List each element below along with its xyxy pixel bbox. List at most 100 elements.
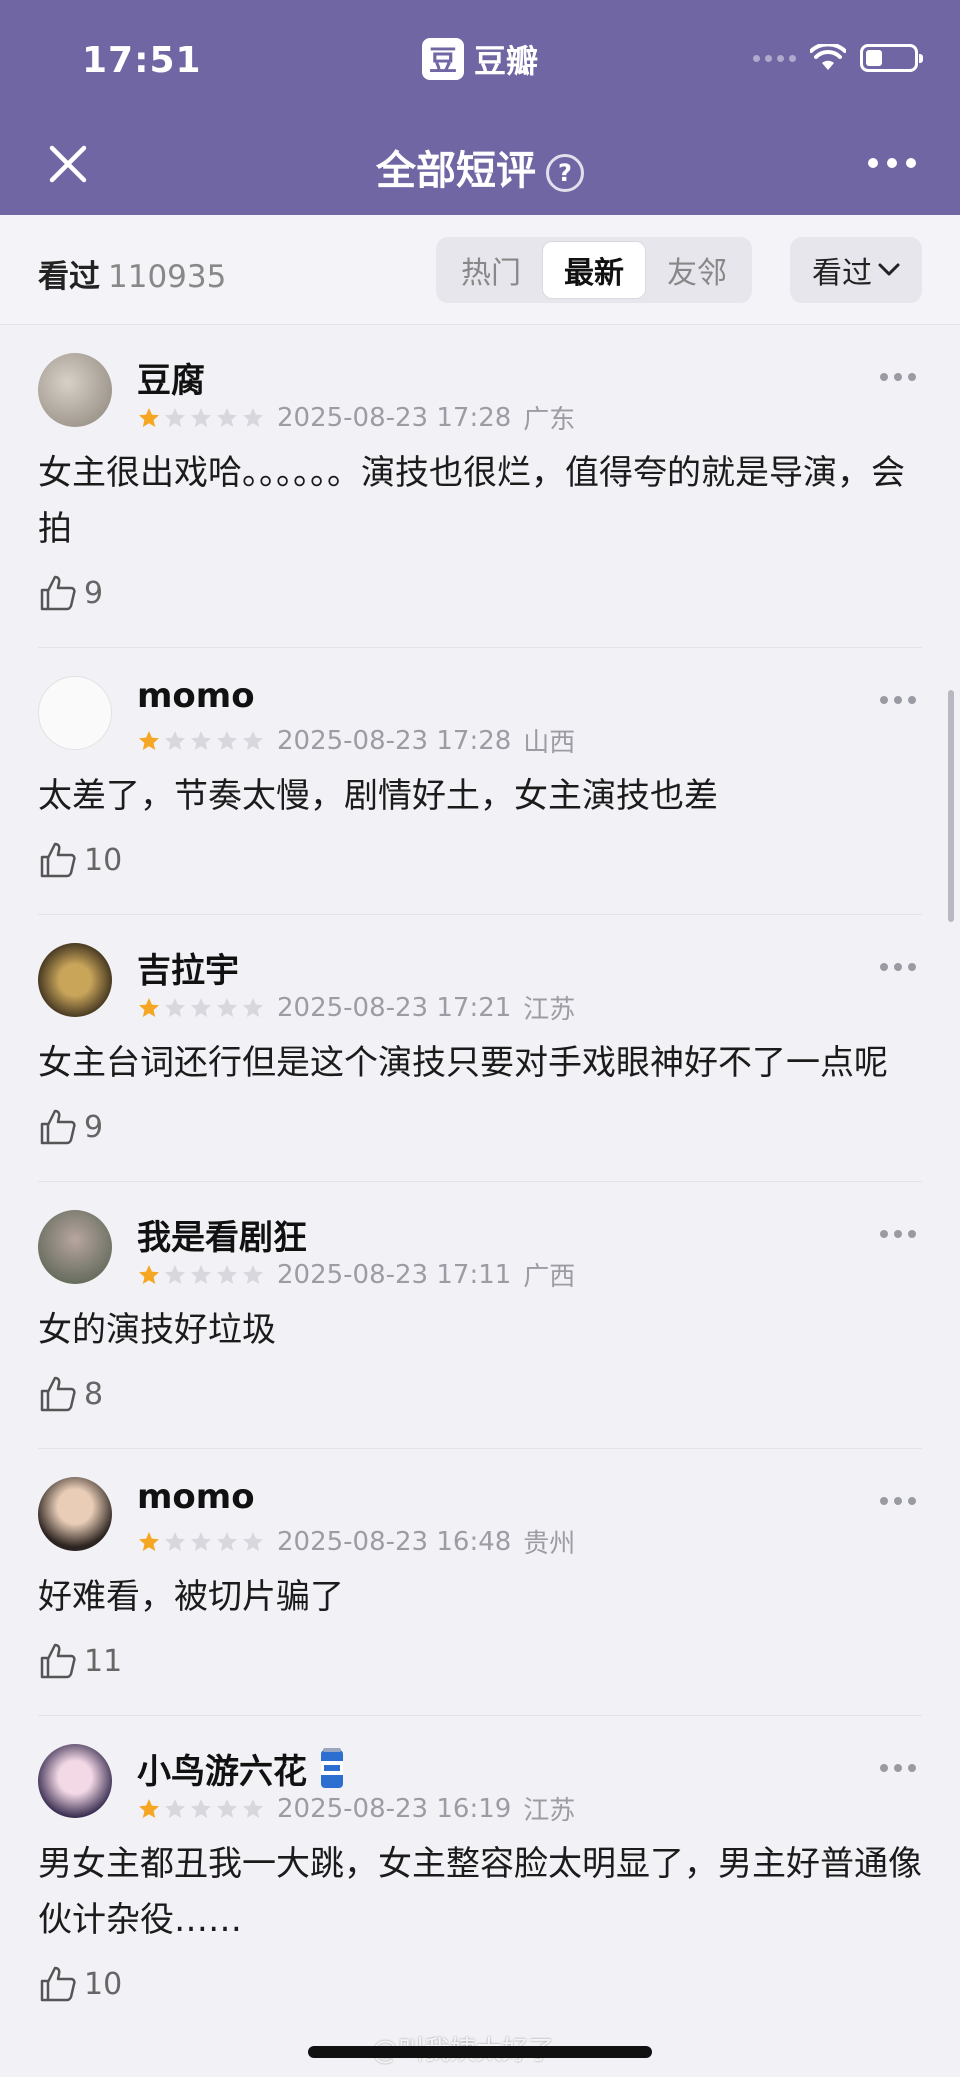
review-header: 吉拉宇 2025-08-23 17:21 江苏 <box>38 943 922 1025</box>
star-empty-icon <box>243 997 263 1017</box>
like-count: 10 <box>84 1966 123 2002</box>
review-location: 广西 <box>523 1262 576 1292</box>
tab-hot[interactable]: 热门 <box>440 241 542 299</box>
watched-label: 看过 <box>38 259 100 295</box>
star-empty-icon <box>191 1798 211 1818</box>
review-header: 我是看剧狂 2025-08-23 17:11 广西 <box>38 1210 922 1292</box>
sort-tabs: 热门 最新 友邻 <box>436 237 752 303</box>
review-date: 2025-08-23 16:48 <box>277 1526 512 1557</box>
page-title-text: 全部短评 <box>376 148 536 194</box>
review-text: 女主很出戏哈。。。。。。演技也很烂，值得夸的就是导演，会拍 <box>38 453 905 549</box>
avatar[interactable] <box>38 353 112 427</box>
help-icon[interactable]: ? <box>546 154 584 192</box>
review-item: momo 2025-08-23 16:48 贵州 好难看，被切片骗了 11 <box>0 1449 960 1716</box>
rating-stars <box>137 1263 265 1287</box>
star-filled-icon <box>139 730 159 750</box>
battery-icon <box>860 44 923 72</box>
username[interactable]: 吉拉宇 <box>137 943 239 992</box>
tab-latest[interactable]: 最新 <box>542 241 646 299</box>
thumbs-up-icon <box>40 1643 76 1679</box>
thumbs-up-icon <box>40 1109 76 1145</box>
more-icon[interactable] <box>880 963 916 971</box>
star-empty-icon <box>191 1531 211 1551</box>
username[interactable]: momo <box>137 676 255 716</box>
app-brand: 豆 豆瓣 <box>422 36 538 82</box>
star-empty-icon <box>243 1798 263 1818</box>
star-empty-icon <box>243 1531 263 1551</box>
filter-bar: 看过 110935 热门 最新 友邻 看过 <box>0 215 960 325</box>
more-icon[interactable] <box>880 1497 916 1505</box>
rating-stars <box>137 996 265 1020</box>
review-meta: 2025-08-23 16:48 贵州 <box>137 1523 575 1560</box>
tab-friends[interactable]: 友邻 <box>646 241 748 299</box>
star-empty-icon <box>217 730 237 750</box>
review-date: 2025-08-23 17:28 <box>277 402 512 433</box>
review-text: 女的演技好垃圾 <box>38 1310 276 1350</box>
username[interactable]: 小鸟游六花 <box>137 1744 345 1793</box>
review-meta: 2025-08-23 17:28 广东 <box>137 399 575 436</box>
watch-status-dropdown[interactable]: 看过 <box>790 237 922 303</box>
review-location: 江苏 <box>523 1796 576 1826</box>
star-empty-icon <box>217 1264 237 1284</box>
review-location: 广东 <box>523 405 576 435</box>
review-header: momo 2025-08-23 16:48 贵州 <box>38 1477 922 1559</box>
more-options-icon[interactable] <box>868 158 916 168</box>
star-empty-icon <box>165 997 185 1017</box>
star-filled-icon <box>139 1531 159 1551</box>
watch-status-label: 看过 <box>812 256 872 291</box>
review-header: momo 2025-08-23 17:28 山西 <box>38 676 922 758</box>
scrollbar[interactable] <box>948 690 954 922</box>
like-button[interactable]: 8 <box>38 1370 922 1418</box>
star-empty-icon <box>243 1264 263 1284</box>
review-location: 江苏 <box>523 995 576 1025</box>
top-bar: 17:51 豆 豆瓣 全部短评? <box>0 0 960 215</box>
star-empty-icon <box>217 1531 237 1551</box>
like-button[interactable]: 10 <box>38 836 922 884</box>
avatar[interactable] <box>38 943 112 1017</box>
username[interactable]: 豆腐 <box>137 353 205 402</box>
more-icon[interactable] <box>880 1230 916 1238</box>
app-name: 豆瓣 <box>474 42 539 80</box>
username[interactable]: momo <box>137 1477 255 1517</box>
like-button[interactable]: 9 <box>38 1103 922 1151</box>
review-item: momo 2025-08-23 17:28 山西 太差了，节奏太慢，剧情好土，女… <box>0 648 960 915</box>
home-indicator[interactable] <box>308 2046 652 2058</box>
more-icon[interactable] <box>880 373 916 381</box>
avatar[interactable] <box>38 1744 112 1818</box>
rating-stars <box>137 406 265 430</box>
cellular-signal-icon <box>753 54 796 62</box>
username[interactable]: 我是看剧狂 <box>137 1210 307 1259</box>
like-button[interactable]: 9 <box>38 569 922 617</box>
wifi-icon <box>810 44 846 70</box>
chevron-down-icon <box>878 263 900 276</box>
star-empty-icon <box>165 1531 185 1551</box>
status-bar: 17:51 豆 豆瓣 <box>0 0 960 120</box>
more-icon[interactable] <box>880 696 916 704</box>
review-date: 2025-08-23 17:21 <box>277 992 512 1023</box>
review-date: 2025-08-23 17:11 <box>277 1259 512 1290</box>
like-button[interactable]: 11 <box>38 1637 922 1685</box>
review-list: 豆腐 2025-08-23 17:28 广东 女主很出戏哈。。。。。。演技也很烂… <box>0 325 960 2008</box>
review-text: 女主台词还行但是这个演技只要对手戏眼神好不了一点呢 <box>38 1043 888 1083</box>
avatar[interactable] <box>38 676 112 750</box>
like-count: 8 <box>84 1376 104 1412</box>
star-empty-icon <box>191 407 211 427</box>
review-location: 山西 <box>523 728 576 758</box>
douban-logo-icon: 豆 <box>422 38 464 80</box>
star-empty-icon <box>165 1798 185 1818</box>
like-button[interactable]: 10 <box>38 1960 922 2008</box>
more-icon[interactable] <box>880 1764 916 1772</box>
star-empty-icon <box>243 407 263 427</box>
rating-stars <box>137 1797 265 1821</box>
rating-stars <box>137 1530 265 1554</box>
thumbs-up-icon <box>40 1966 76 2002</box>
star-empty-icon <box>165 407 185 427</box>
star-filled-icon <box>139 1264 159 1284</box>
watched-count: 看过 110935 <box>38 251 226 296</box>
system-icons <box>753 44 923 72</box>
avatar[interactable] <box>38 1210 112 1284</box>
avatar[interactable] <box>38 1477 112 1551</box>
star-filled-icon <box>139 407 159 427</box>
thumbs-up-icon <box>40 575 76 611</box>
review-text: 太差了，节奏太慢，剧情好土，女主演技也差 <box>38 776 718 816</box>
